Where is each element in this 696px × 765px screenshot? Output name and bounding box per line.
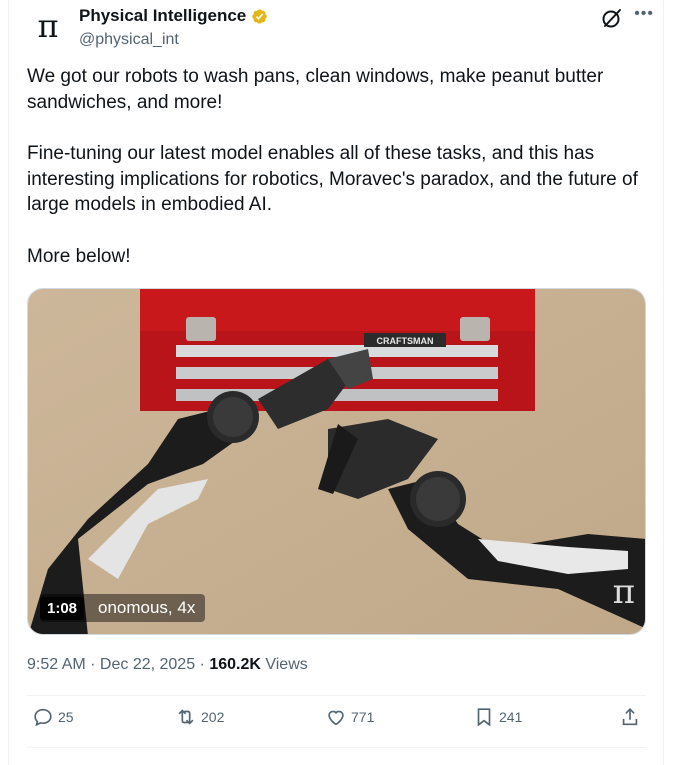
meta-separator: ·	[85, 656, 100, 673]
views-count[interactable]: 160.2K	[209, 656, 261, 673]
repost-icon	[178, 709, 194, 725]
tweet-paragraph: More below!	[27, 245, 131, 267]
video-frame-illustration: CRAFTSMAN	[28, 289, 645, 634]
bookmark-button[interactable]: 241	[473, 706, 522, 728]
reply-count: 25	[58, 709, 74, 725]
tweet-paragraph: We got our robots to wash pans, clean wi…	[27, 66, 604, 113]
tweet-time[interactable]: 9:52 AM	[27, 656, 86, 673]
repost-count: 202	[201, 709, 225, 725]
share-icon	[622, 708, 638, 726]
avatar[interactable]: π	[30, 7, 66, 45]
verified-badge-icon[interactable]	[251, 8, 268, 25]
reply-icon	[34, 708, 52, 727]
watermark-logo: π	[612, 572, 635, 612]
tweet-top-actions: •••	[600, 6, 654, 30]
meta-separator: ·	[195, 656, 210, 673]
toolbox-label: CRAFTSMAN	[377, 336, 434, 346]
display-name[interactable]: Physical Intelligence	[79, 6, 246, 26]
video-duration: 1:08	[40, 597, 85, 620]
tweet-date[interactable]: Dec 22, 2025	[100, 656, 195, 673]
like-count: 771	[351, 709, 375, 725]
divider	[27, 747, 646, 748]
handle[interactable]: @physical_int	[79, 28, 268, 52]
tweet-text: We got our robots to wash pans, clean wi…	[27, 64, 652, 295]
like-button[interactable]: 771	[325, 706, 374, 728]
like-icon	[328, 710, 344, 726]
views-label: Views	[260, 656, 308, 673]
repost-button[interactable]: 202	[175, 706, 224, 728]
tweet-meta: 9:52 AM · Dec 22, 2025 · 160.2K Views	[27, 655, 308, 675]
share-button[interactable]	[619, 706, 641, 728]
tweet-paragraph: Fine-tuning our latest model enables all…	[27, 143, 638, 215]
video-player[interactable]: CRAFTSMAN onomous, 4x 1:08 π	[27, 288, 646, 635]
author-block: Physical Intelligence @physical_int	[79, 6, 268, 52]
reply-button[interactable]: 25	[32, 706, 74, 728]
more-icon[interactable]: •••	[634, 6, 654, 22]
grok-icon[interactable]	[600, 6, 624, 30]
bookmark-icon	[477, 708, 491, 727]
action-bar: 25 202 771 241	[27, 706, 646, 736]
bookmark-count: 241	[499, 709, 523, 725]
divider	[27, 695, 646, 696]
